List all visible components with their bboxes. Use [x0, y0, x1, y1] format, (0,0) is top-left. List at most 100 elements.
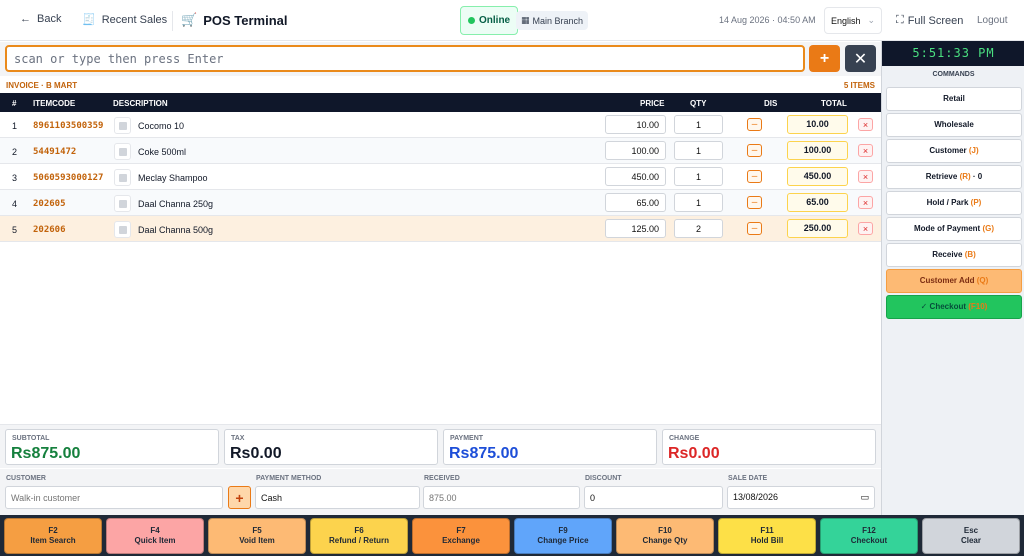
add-item-button[interactable]: +: [809, 45, 840, 72]
cmd-label: Hold / Park: [926, 198, 969, 207]
cmd-label: Customer: [929, 146, 967, 155]
item-image-icon: [114, 143, 131, 160]
branch-name: Main Branch: [532, 15, 584, 26]
customer-input[interactable]: [5, 486, 223, 509]
fullscreen-button[interactable]: ⛶ Full Screen: [896, 14, 963, 27]
fkey-exchange[interactable]: F7 Exchange: [412, 518, 510, 554]
wholesale-button[interactable]: Wholesale: [886, 113, 1022, 137]
table-row[interactable]: 3 5060593000127 Meclay Shampoo – 450.00 …: [0, 164, 881, 190]
row-itemcode: 202606: [33, 225, 66, 235]
divider: [172, 11, 173, 31]
discount-input[interactable]: [584, 486, 723, 509]
discount-button[interactable]: –: [747, 196, 762, 209]
price-input[interactable]: [605, 167, 666, 186]
change-label: CHANGE: [669, 435, 700, 442]
fkey-change-price[interactable]: F9 Change Price: [514, 518, 612, 554]
row-total: 10.00: [787, 115, 848, 134]
sale-date-label: SALE DATE: [728, 475, 768, 482]
back-label: Back: [37, 13, 62, 25]
payment-value: Rs875.00: [449, 445, 519, 462]
fkey-label: Clear: [960, 536, 981, 545]
header-price: PRICE: [640, 99, 665, 108]
remove-row-button[interactable]: ×: [858, 222, 873, 235]
scan-input[interactable]: [5, 45, 805, 72]
fkey-change-qty[interactable]: F10 Change Qty: [616, 518, 714, 554]
fkey-void-item[interactable]: F5 Void Item: [208, 518, 306, 554]
cmd-shortcut: (G): [982, 224, 995, 233]
row-total: 450.00: [787, 167, 848, 186]
discount-button[interactable]: –: [747, 118, 762, 131]
price-input[interactable]: [605, 219, 666, 238]
retail-button[interactable]: Retail: [886, 87, 1022, 111]
table-row[interactable]: 5 202606 Daal Channa 500g – 250.00 ×: [0, 216, 881, 242]
receipt-icon: 🧾: [82, 14, 96, 26]
hold-park-button[interactable]: Hold / Park (P): [886, 191, 1022, 215]
header-total: TOTAL: [821, 99, 847, 108]
subtotal-label: SUBTOTAL: [12, 435, 50, 442]
invoice-label: INVOICE · B MART: [6, 81, 78, 90]
remove-row-button[interactable]: ×: [858, 170, 873, 183]
table-row[interactable]: 1 8961103500359 Cocomo 10 – 10.00 ×: [0, 112, 881, 138]
scan-bar: + ✕: [0, 42, 881, 76]
qty-input[interactable]: [674, 141, 723, 160]
fkey-label: Change Price: [537, 536, 589, 545]
back-button[interactable]: ← Back: [20, 13, 61, 25]
cmd-label: Retail: [943, 94, 965, 103]
row-itemcode: 5060593000127: [33, 173, 104, 183]
tax-value: Rs0.00: [230, 445, 282, 462]
fkey-hold-bill[interactable]: F11 Hold Bill: [718, 518, 816, 554]
payment-card: PAYMENT Rs875.00: [443, 429, 657, 465]
row-description: Coke 500ml: [138, 147, 187, 157]
fkey-refund-return[interactable]: F6 Refund / Return: [310, 518, 408, 554]
table-row[interactable]: 4 202605 Daal Channa 250g – 65.00 ×: [0, 190, 881, 216]
table-row[interactable]: 2 54491472 Coke 500ml – 100.00 ×: [0, 138, 881, 164]
fkey-item-search[interactable]: F2 Item Search: [4, 518, 102, 554]
price-input[interactable]: [605, 115, 666, 134]
remove-row-button[interactable]: ×: [858, 118, 873, 131]
price-input[interactable]: [605, 193, 666, 212]
customer-label: CUSTOMER: [6, 475, 46, 482]
discount-button[interactable]: –: [747, 144, 762, 157]
receive-button[interactable]: Receive (B): [886, 243, 1022, 267]
mode-of-payment-button[interactable]: Mode of Payment (G): [886, 217, 1022, 241]
status-dot-icon: [468, 17, 475, 24]
item-image-icon: [114, 117, 131, 134]
received-input[interactable]: [423, 486, 580, 509]
fkey-key: F10: [658, 526, 672, 535]
cmd-label: Customer Add: [919, 276, 975, 285]
retrieve-button[interactable]: Retrieve (R) · 0: [886, 165, 1022, 189]
qty-input[interactable]: [674, 193, 723, 212]
price-input[interactable]: [605, 141, 666, 160]
payment-method-input[interactable]: [255, 486, 420, 509]
row-total: 250.00: [787, 219, 848, 238]
sale-date-input[interactable]: 13/08/2026 ▭: [727, 486, 875, 509]
fkey-quick-item[interactable]: F4 Quick Item: [106, 518, 204, 554]
checkout-button[interactable]: ✓ Checkout (F10): [886, 295, 1022, 319]
fkey-checkout[interactable]: F12 Checkout: [820, 518, 918, 554]
logout-button[interactable]: Logout: [977, 15, 1008, 26]
discount-button[interactable]: –: [747, 222, 762, 235]
fkey-label: Hold Bill: [750, 536, 784, 545]
qty-input[interactable]: [674, 115, 723, 134]
remove-row-button[interactable]: ×: [858, 144, 873, 157]
recent-sales-button[interactable]: 🧾 Recent Sales: [82, 13, 167, 27]
customer-add-button[interactable]: Customer Add (Q): [886, 269, 1022, 293]
subtotal-value: Rs875.00: [11, 445, 81, 462]
retrieve-count: · 0: [972, 172, 983, 181]
discount-button[interactable]: –: [747, 170, 762, 183]
remove-row-button[interactable]: ×: [858, 196, 873, 209]
payment-label: PAYMENT: [450, 435, 484, 442]
customer-button[interactable]: Customer (J): [886, 139, 1022, 163]
clear-scan-button[interactable]: ✕: [845, 45, 876, 72]
qty-input[interactable]: [674, 167, 723, 186]
item-image-icon: [114, 221, 131, 238]
add-customer-button[interactable]: +: [228, 486, 251, 509]
sale-fields: CUSTOMER + PAYMENT METHOD RECEIVED DISCO…: [0, 469, 881, 515]
qty-input[interactable]: [674, 219, 723, 238]
fkey-clear[interactable]: Esc Clear: [922, 518, 1020, 554]
chevron-down-icon: ⌄: [867, 15, 875, 25]
cmd-label: Receive: [932, 250, 963, 259]
language-select[interactable]: English ⌄: [824, 7, 882, 34]
cmd-label: ✓ Checkout: [920, 302, 966, 311]
cmd-shortcut: (Q): [976, 276, 989, 285]
